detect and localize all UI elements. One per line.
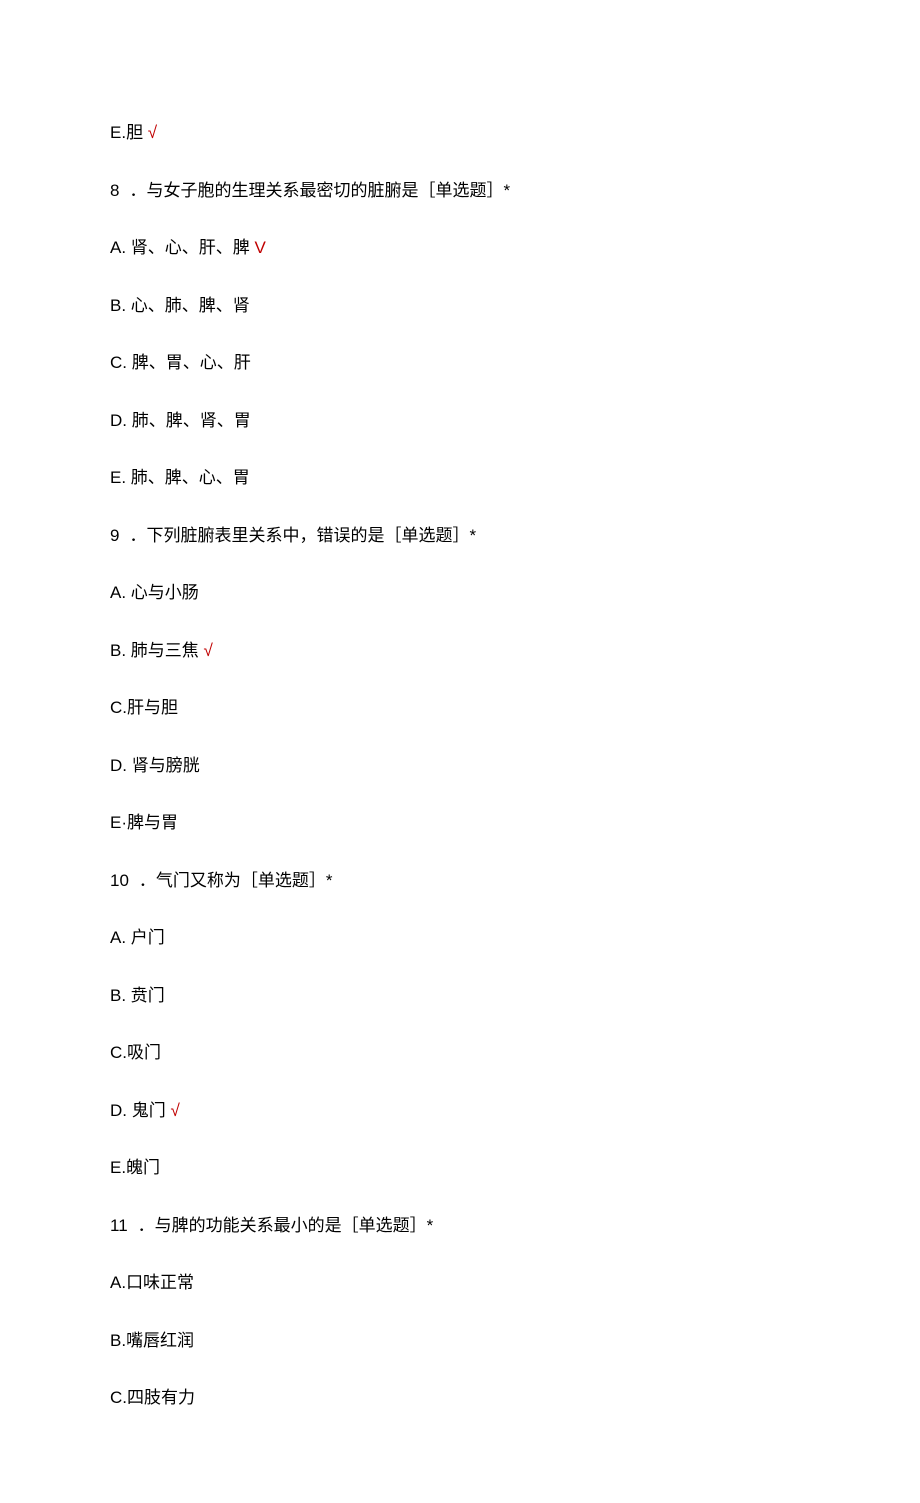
option-letter: D.: [110, 756, 127, 775]
question-number: 10: [110, 871, 129, 890]
question-number: 11: [110, 1216, 128, 1235]
option-letter: D.: [110, 411, 127, 430]
q8-option-b: B. 心、肺、脾、肾: [110, 293, 810, 319]
option-text: 魄门: [126, 1158, 160, 1177]
q11-option-c: C.四肢有力: [110, 1385, 810, 1411]
q9-option-a: A. 心与小肠: [110, 580, 810, 606]
check-mark-icon: √: [170, 1101, 179, 1120]
q9-option-b: B. 肺与三焦 √: [110, 638, 810, 664]
q8-option-d: D. 肺、脾、肾、胃: [110, 408, 810, 434]
option-letter: C.: [110, 1388, 127, 1407]
option-letter: A.: [110, 583, 126, 602]
option-text: 肺与三焦: [131, 641, 199, 660]
q10-option-d: D. 鬼门 √: [110, 1098, 810, 1124]
option-letter: B.: [110, 296, 126, 315]
question-11: 11 ．与脾的功能关系最小的是［单选题］*: [110, 1213, 810, 1239]
q10-option-c: C.吸门: [110, 1040, 810, 1066]
q11-option-b: B.嘴唇红润: [110, 1328, 810, 1354]
q9-option-e: E·脾与胃: [110, 810, 810, 836]
option-letter: B.: [110, 986, 126, 1005]
q8-option-e: E. 肺、脾、心、胃: [110, 465, 810, 491]
q10-option-e: E.魄门: [110, 1155, 810, 1181]
option-text: 脾、胃、心、肝: [132, 353, 251, 372]
option-text: 四肢有力: [127, 1388, 195, 1407]
q8-option-c: C. 脾、胃、心、肝: [110, 350, 810, 376]
option-text: 肾与膀胱: [132, 756, 200, 775]
question-8: 8 ．与女子胞的生理关系最密切的脏腑是［单选题］*: [110, 178, 810, 204]
option-text: 肺、脾、心、胃: [131, 468, 250, 487]
option-text: 户门: [131, 928, 165, 947]
option-text: 肺、脾、肾、胃: [132, 411, 251, 430]
option-letter: E.: [110, 468, 126, 487]
option-letter: B.: [110, 641, 126, 660]
option-e-dan: E.胆 √: [110, 120, 810, 146]
option-letter: A.: [110, 928, 126, 947]
option-letter: C.: [110, 1043, 127, 1062]
check-mark-icon: √: [148, 123, 157, 142]
question-stem: ．下列脏腑表里关系中，错误的是［单选题］*: [129, 526, 476, 545]
option-text: 肾、心、肝、脾: [131, 238, 250, 257]
q9-option-d: D. 肾与膀胱: [110, 753, 810, 779]
q9-option-c: C.肝与胆: [110, 695, 810, 721]
option-letter: A.: [110, 1273, 126, 1292]
option-text: 脾与胃: [127, 813, 178, 832]
option-letter: B.: [110, 1331, 126, 1350]
option-letter: E.: [110, 123, 126, 142]
option-text: 胆: [126, 123, 143, 142]
check-mark-icon: V: [255, 238, 266, 257]
q11-option-a: A.口味正常: [110, 1270, 810, 1296]
option-text: 肝与胆: [127, 698, 178, 717]
option-text: 心、肺、脾、肾: [131, 296, 250, 315]
question-number: 9: [110, 526, 119, 545]
option-letter: C.: [110, 353, 127, 372]
option-text: 贲门: [131, 986, 165, 1005]
option-letter: E·: [110, 813, 127, 832]
option-text: 鬼门: [132, 1101, 166, 1120]
option-letter: A.: [110, 238, 126, 257]
document-page: E.胆 √ 8．与女子胞的生理关系最密切的脏腑是［单选题］* A. 肾、心、肝、…: [0, 0, 920, 1503]
q8-option-a: A. 肾、心、肝、脾 V: [110, 235, 810, 261]
option-text: 吸门: [127, 1043, 161, 1062]
q10-option-b: B. 贲门: [110, 983, 810, 1009]
question-9: 9 ．下列脏腑表里关系中，错误的是［单选题］*: [110, 523, 810, 549]
check-mark-icon: √: [204, 641, 213, 660]
option-text: 口味正常: [126, 1273, 194, 1292]
question-10: 10 ．气门又称为［单选题］*: [110, 868, 810, 894]
question-stem: ．气门又称为［单选题］*: [139, 871, 333, 890]
question-stem: ．与脾的功能关系最小的是［单选题］*: [138, 1216, 434, 1235]
q10-option-a: A. 户门: [110, 925, 810, 951]
option-letter: C.: [110, 698, 127, 717]
option-letter: D.: [110, 1101, 127, 1120]
option-text: 嘴唇红润: [126, 1331, 194, 1350]
question-stem: ．与女子胞的生理关系最密切的脏腑是［单选题］*: [129, 181, 510, 200]
option-letter: E.: [110, 1158, 126, 1177]
option-text: 心与小肠: [131, 583, 199, 602]
question-number: 8: [110, 181, 119, 200]
